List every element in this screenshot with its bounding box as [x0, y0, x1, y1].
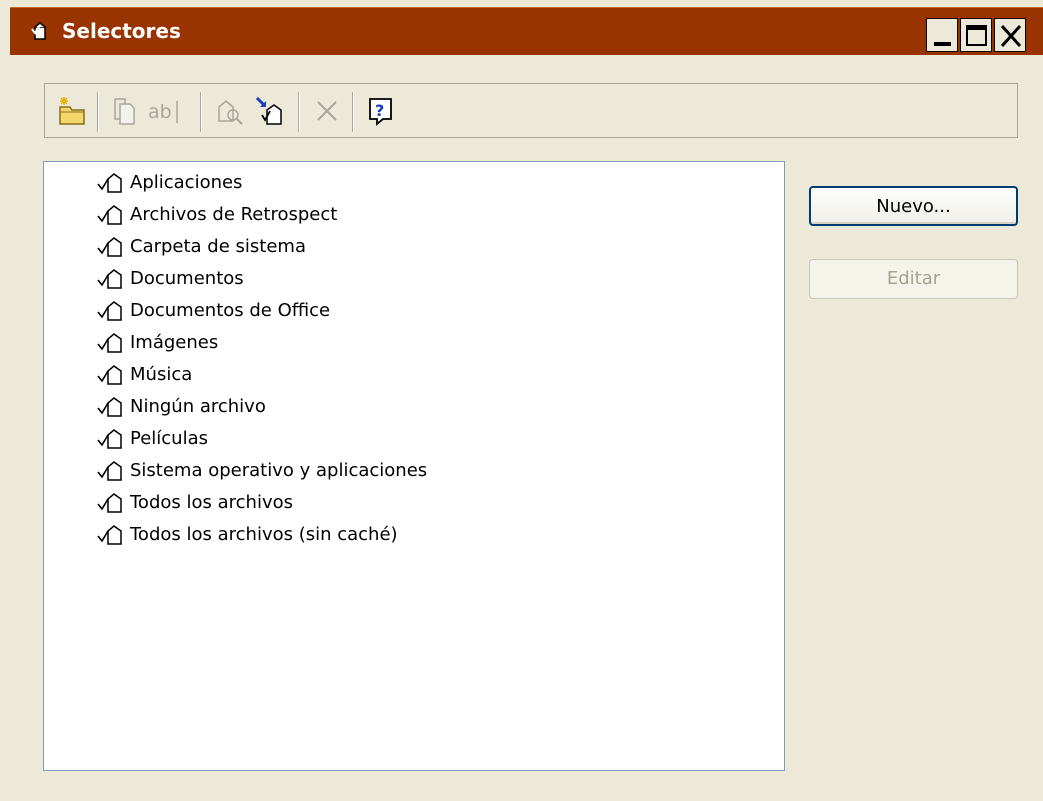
selector-icon — [96, 394, 126, 420]
list-item[interactable]: Aplicaciones — [96, 167, 496, 199]
selector-icon — [96, 234, 126, 260]
selector-icon — [96, 202, 126, 228]
list-item-label: Carpeta de sistema — [130, 236, 306, 257]
toolbar-separator — [298, 92, 300, 132]
list-item[interactable]: Todos los archivos — [96, 487, 496, 519]
list-item-label: Documentos de Office — [130, 300, 331, 321]
close-button[interactable] — [994, 18, 1026, 52]
list-item[interactable]: Ningún archivo — [96, 391, 496, 423]
toolbar-separator — [97, 92, 99, 132]
help-button[interactable]: ? — [363, 93, 399, 129]
selector-icon — [96, 330, 126, 356]
rename-icon: ab — [148, 101, 178, 123]
toolbar-separator — [200, 92, 202, 132]
window-title: Selectores — [62, 19, 181, 43]
list-item[interactable]: Documentos de Office — [96, 295, 496, 327]
list-item-label: Todos los archivos (sin caché) — [130, 524, 398, 545]
list-item-label: Archivos de Retrospect — [130, 204, 338, 225]
new-folder-icon — [59, 97, 85, 125]
import-selector-button[interactable] — [251, 93, 287, 129]
selector-icon — [96, 522, 126, 548]
close-icon — [1000, 24, 1022, 48]
selector-icon — [96, 426, 126, 452]
list-item-label: Ningún archivo — [130, 396, 266, 417]
toolbar-separator — [352, 92, 354, 132]
import-icon — [255, 96, 282, 125]
maximize-button[interactable] — [960, 18, 992, 52]
toolbar: ab ? — [44, 83, 1018, 138]
selector-icon — [96, 490, 126, 516]
list-item[interactable]: Películas — [96, 423, 496, 455]
list-item[interactable]: Música — [96, 359, 496, 391]
copy-button[interactable] — [107, 93, 143, 129]
list-item[interactable]: Carpeta de sistema — [96, 231, 496, 263]
svg-text:ab: ab — [148, 101, 172, 123]
list-item-label: Imágenes — [130, 332, 219, 353]
new-button[interactable]: Nuevo... — [809, 186, 1018, 226]
title-bar[interactable]: Selectores — [10, 7, 1043, 55]
list-item-label: Sistema operativo y aplicaciones — [130, 460, 428, 481]
list-item-label: Documentos — [130, 268, 244, 289]
list-item-label: Todos los archivos — [130, 492, 293, 513]
list-item[interactable]: Todos los archivos (sin caché) — [96, 519, 496, 551]
copy-icon — [114, 98, 135, 125]
list-item[interactable]: Archivos de Retrospect — [96, 199, 496, 231]
help-icon: ? — [369, 98, 392, 126]
edit-icon — [218, 100, 243, 125]
svg-text:?: ? — [375, 101, 384, 120]
selector-icon — [96, 170, 126, 196]
minimize-icon — [934, 42, 951, 46]
selector-window-icon — [31, 21, 49, 41]
maximize-icon — [966, 25, 987, 46]
selector-icon — [96, 266, 126, 292]
list-item[interactable]: Imágenes — [96, 327, 496, 359]
selector-list[interactable]: Aplicaciones Archivos de Retrospect Carp… — [43, 161, 785, 771]
new-folder-button[interactable] — [54, 93, 90, 129]
minimize-button[interactable] — [926, 18, 958, 52]
list-item[interactable]: Sistema operativo y aplicaciones — [96, 455, 496, 487]
selector-icon — [96, 458, 126, 484]
list-item[interactable]: Documentos — [96, 263, 496, 295]
delete-button[interactable] — [309, 93, 345, 129]
selector-icon — [96, 298, 126, 324]
edit-selector-button[interactable] — [211, 93, 247, 129]
list-item-label: Música — [130, 364, 193, 385]
list-item-label: Aplicaciones — [130, 172, 243, 193]
rename-button[interactable]: ab — [144, 93, 192, 129]
list-item-label: Películas — [130, 428, 209, 449]
edit-button[interactable]: Editar — [809, 259, 1018, 299]
selector-icon — [96, 362, 126, 388]
delete-icon — [317, 101, 337, 121]
